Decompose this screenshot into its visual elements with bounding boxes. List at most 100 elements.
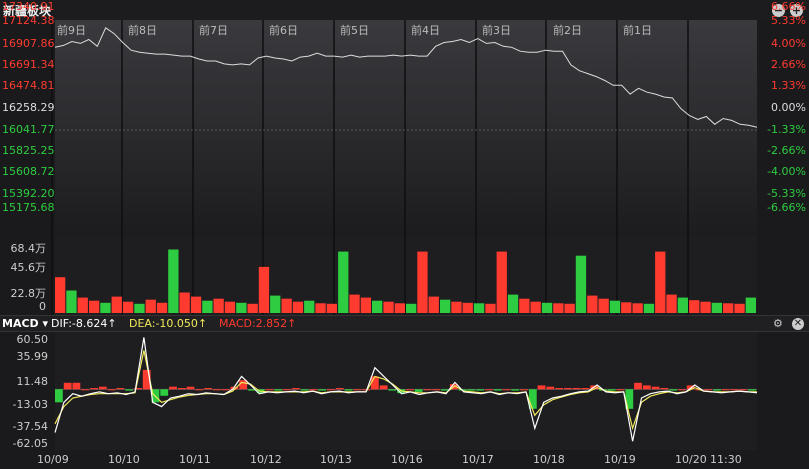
- macd-bar: [169, 386, 177, 390]
- macd-bar: [353, 389, 362, 391]
- macd-bar: [546, 386, 555, 390]
- price-chart-panel[interactable]: [0, 20, 809, 236]
- volume-chart-panel[interactable]: [0, 236, 809, 315]
- gear-icon[interactable]: ⚙: [773, 317, 783, 330]
- macd-bar: [300, 389, 309, 391]
- volume-bar: [168, 249, 179, 313]
- volume-bar: [270, 295, 281, 313]
- price-axis-label-right: 5.33%: [771, 14, 806, 27]
- day-label: 前3日: [482, 24, 511, 37]
- volume-axis-label: 22.8万: [10, 287, 47, 300]
- volume-bar: [677, 297, 688, 313]
- macd-bar: [195, 389, 204, 391]
- volume-bar: [440, 299, 451, 313]
- volume-bar: [417, 251, 428, 313]
- x-axis-label: 10/12: [250, 453, 282, 466]
- price-axis-label-left: 16691.34: [2, 58, 55, 71]
- macd-indicator-selector[interactable]: MACD ▾: [2, 317, 48, 330]
- volume-bar: [179, 292, 190, 313]
- price-axis-label-right: -6.66%: [767, 201, 806, 214]
- macd-bar: [318, 389, 327, 391]
- macd-bar: [125, 389, 133, 391]
- volume-bar: [55, 277, 66, 313]
- macd-bar: [327, 389, 335, 391]
- macd-axis-label: 35.99: [16, 350, 49, 363]
- x-axis-label: 10/13: [320, 453, 352, 466]
- volume-bar: [315, 303, 326, 313]
- macd-bar: [634, 382, 642, 390]
- price-axis-label-right: -2.66%: [767, 144, 806, 157]
- volume-bar: [190, 296, 202, 313]
- volume-bar: [711, 302, 722, 313]
- volume-bar: [428, 296, 439, 313]
- volume-bar: [655, 251, 666, 313]
- macd-chart: [54, 332, 758, 450]
- price-axis-label-left: 17340.91: [2, 0, 55, 13]
- macd-bar: [476, 389, 484, 391]
- price-chart-background: [55, 20, 757, 236]
- dif-value: DIF:-8.624↑: [51, 317, 117, 330]
- volume-bar: [507, 294, 519, 313]
- macd-bar: [669, 389, 678, 391]
- price-axis-label-left: 16041.77: [2, 123, 55, 136]
- day-label: 前4日: [411, 24, 440, 37]
- macd-bar: [406, 389, 414, 391]
- price-axis-label-right: 1.33%: [771, 79, 806, 92]
- volume-bar: [587, 295, 598, 313]
- volume-bar: [575, 255, 587, 313]
- macd-bar: [713, 389, 721, 391]
- volume-bar: [485, 303, 496, 313]
- volume-bar: [326, 303, 337, 313]
- macd-bar: [520, 389, 528, 391]
- volume-bar: [643, 303, 655, 313]
- volume-bar: [609, 300, 621, 313]
- volume-bar: [304, 300, 315, 313]
- macd-chart-panel[interactable]: [0, 332, 809, 450]
- volume-bar: [406, 303, 417, 313]
- macd-bar: [651, 386, 660, 390]
- volume-bar: [134, 303, 145, 313]
- close-icon[interactable]: ✕: [792, 318, 804, 330]
- macd-bar: [537, 385, 546, 390]
- price-axis-label-left: 15825.25: [2, 144, 55, 157]
- macd-bar: [607, 389, 616, 391]
- price-axis-label-right: 4.00%: [771, 37, 806, 50]
- macd-bar: [748, 389, 756, 391]
- macd-bar: [511, 389, 520, 391]
- x-axis-label: 10/10: [108, 453, 140, 466]
- title-bar: [0, 0, 809, 20]
- macd-bar: [704, 389, 713, 391]
- volume-bar: [349, 294, 360, 313]
- volume-bar: [553, 303, 564, 313]
- price-chart: [51, 20, 758, 236]
- volume-bar: [292, 301, 304, 313]
- price-axis-label-right: -5.33%: [767, 187, 806, 200]
- macd-axis-label: 60.50: [16, 333, 49, 346]
- macd-bar: [221, 389, 230, 391]
- macd-bar: [432, 389, 441, 391]
- volume-axis-label: 0: [39, 300, 46, 313]
- volume-bar: [530, 301, 541, 313]
- macd-axis-label: 11.48: [16, 375, 49, 388]
- price-axis-label-left: 16258.29: [2, 101, 55, 114]
- volume-bar: [236, 302, 247, 313]
- day-label: 前9日: [57, 24, 86, 37]
- price-axis-label-right: -1.33%: [767, 123, 806, 136]
- macd-bar: [362, 389, 370, 391]
- macd-bar: [739, 389, 748, 391]
- macd-bar: [379, 385, 388, 390]
- macd-axis-label: -13.03: [12, 398, 48, 411]
- volume-bar: [519, 298, 530, 313]
- volume-bar: [111, 296, 122, 313]
- price-axis-label-left: 16907.86: [2, 37, 55, 50]
- volume-bar: [122, 301, 134, 313]
- macd-bar: [81, 389, 90, 391]
- x-axis-label: 10/20: [675, 453, 707, 466]
- macd-bar: [370, 376, 379, 390]
- macd-bar: [274, 389, 283, 391]
- x-axis-label: 10/11: [179, 453, 211, 466]
- macd-bar: [730, 389, 739, 391]
- x-axis-label: 10/19: [604, 453, 636, 466]
- volume-axis-label: 68.4万: [10, 242, 47, 255]
- price-axis-label-left: 17124.38: [2, 14, 55, 27]
